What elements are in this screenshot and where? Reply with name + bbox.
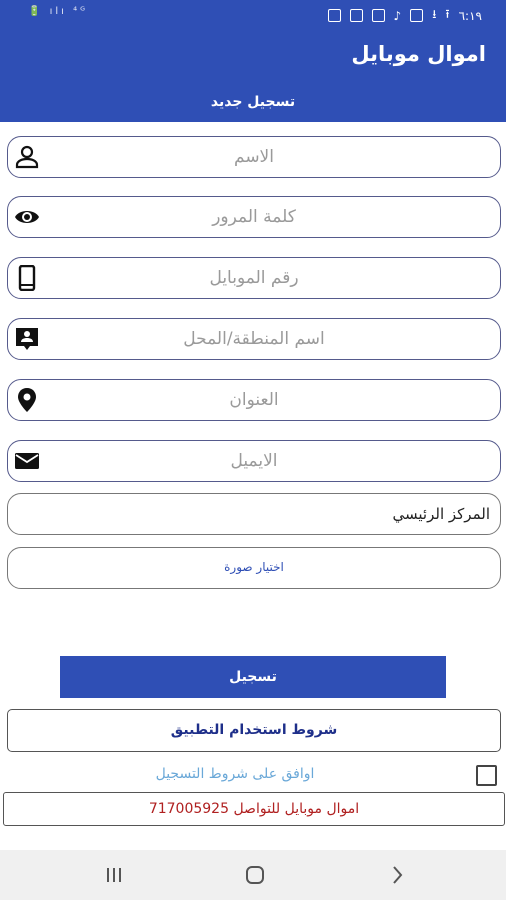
clock: ٦:١٩ [458, 8, 482, 23]
terms-button[interactable]: شروط استخدام التطبيق [7, 709, 501, 752]
choose-image-button[interactable]: اختيار صورة [7, 547, 501, 589]
contact-card-icon [16, 328, 38, 350]
app-title: اموال موبايل [351, 42, 486, 66]
status-bar: 🔋 ılı ⁴ᴳ ♪ ⭳ ⭱ ٦:١٩ [0, 0, 506, 28]
name-field[interactable]: الاسم [7, 136, 501, 178]
status-icons: ♪ ⭳ ⭱ ٦:١٩ [327, 5, 482, 26]
contact-info: اموال موبايل للتواصل 717005925 [3, 792, 505, 826]
eye-icon[interactable] [12, 204, 42, 230]
email-field[interactable]: الايميل [7, 440, 501, 482]
location-pin-icon [18, 388, 36, 412]
mobile-placeholder: رقم الموبايل [209, 268, 299, 288]
choose-image-label: اختيار صورة [224, 560, 284, 574]
address-field[interactable]: العنوان [7, 379, 501, 421]
image-icon [349, 9, 363, 22]
screenshot-icon [410, 9, 424, 22]
app-header: اموال موبايل تسجيل جديد [0, 28, 506, 122]
agree-terms-checkbox[interactable] [476, 765, 497, 786]
signal-indicator: 🔋 ılı ⁴ᴳ [28, 6, 89, 17]
system-nav-bar [0, 850, 506, 900]
recent-apps-icon[interactable] [101, 862, 127, 888]
password-placeholder: كلمة المرور [212, 207, 296, 227]
person-icon [15, 145, 39, 169]
phone-icon [18, 265, 36, 291]
branch-select[interactable]: المركز الرئيسي [7, 493, 501, 535]
upload-icon: ⭱ [445, 7, 450, 21]
email-placeholder: الايميل [230, 451, 278, 471]
image-icon [371, 9, 385, 22]
download-icon: ⭳ [432, 7, 437, 21]
back-chevron-icon[interactable] [384, 862, 410, 888]
branch-value: المركز الرئيسي [392, 505, 490, 523]
page-title: تسجيل جديد [210, 94, 296, 110]
password-field[interactable]: كلمة المرور [7, 196, 501, 238]
play-icon [327, 9, 341, 22]
mobile-field[interactable]: رقم الموبايل [7, 257, 501, 299]
address-placeholder: العنوان [229, 390, 279, 410]
music-icon: ♪ [393, 8, 402, 23]
name-placeholder: الاسم [234, 147, 274, 167]
region-field[interactable]: اسم المنطقة/المحل [7, 318, 501, 360]
home-icon[interactable] [242, 862, 268, 888]
mail-icon [15, 453, 39, 469]
agree-terms-label[interactable]: اوافق على شروط التسجيل [110, 766, 360, 782]
register-button[interactable]: تسجيل [60, 656, 446, 698]
region-placeholder: اسم المنطقة/المحل [183, 329, 325, 349]
